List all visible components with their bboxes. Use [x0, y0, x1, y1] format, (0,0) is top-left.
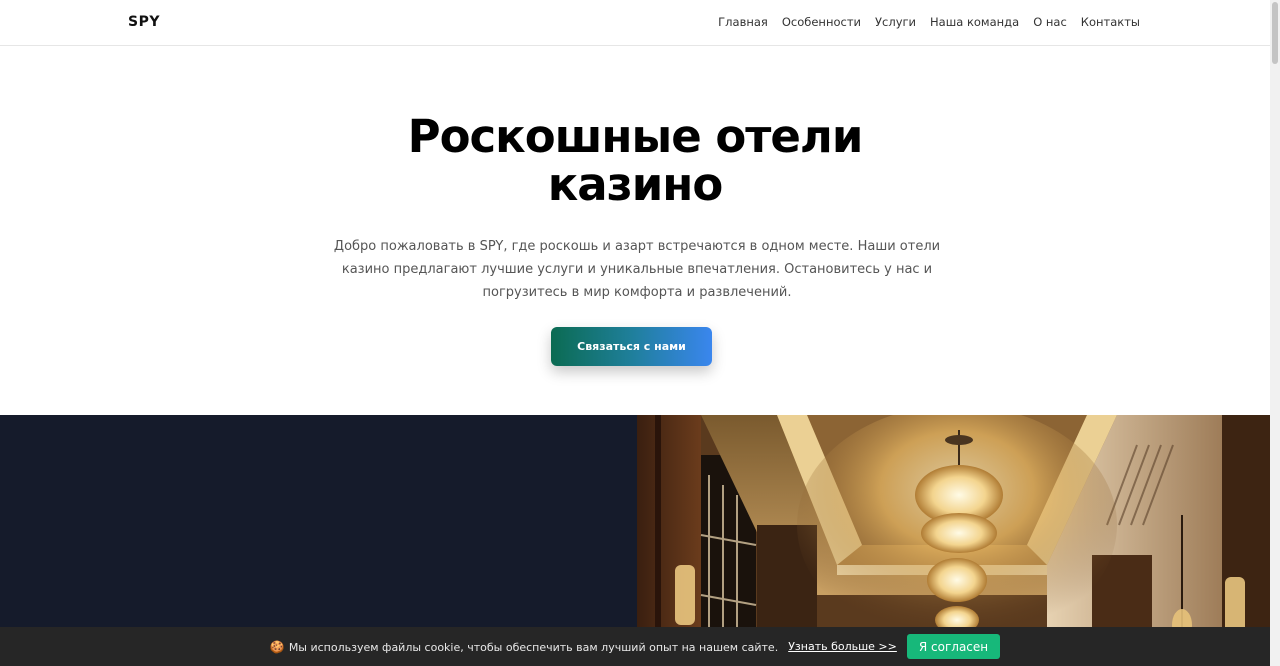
nav-link-features[interactable]: Особенности	[782, 15, 861, 29]
navbar: SPY Главная Особенности Услуги Наша кома…	[0, 0, 1280, 46]
page-scrollbar[interactable]	[1270, 0, 1280, 666]
hero-title-line2: казино	[547, 158, 724, 211]
hero-section: Роскошные отели казино Добро пожаловать …	[0, 47, 1270, 415]
hero-title: Роскошные отели казино	[0, 113, 1270, 209]
nav-link-team[interactable]: Наша команда	[930, 15, 1019, 29]
cookie-accept-button[interactable]: Я согласен	[906, 634, 1001, 659]
cookie-learn-more-link[interactable]: Узнать больше >>	[788, 640, 897, 653]
scrollbar-thumb[interactable]	[1272, 2, 1278, 64]
nav-link-contacts[interactable]: Контакты	[1081, 15, 1140, 29]
hero-title-line1: Роскошные отели	[407, 110, 864, 163]
nav-menu: Главная Особенности Услуги Наша команда …	[718, 15, 1140, 29]
hero-description: Добро пожаловать в SPY, где роскошь и аз…	[333, 239, 941, 300]
brand-logo[interactable]: SPY	[128, 14, 160, 30]
nav-link-about[interactable]: О нас	[1033, 15, 1067, 29]
nav-link-services[interactable]: Услуги	[875, 15, 916, 29]
cookie-text-wrapper: 🍪 Мы используем файлы cookie, чтобы обесп…	[270, 640, 778, 654]
contact-us-button[interactable]: Связаться с нами	[551, 327, 712, 366]
nav-link-home[interactable]: Главная	[718, 15, 768, 29]
cookie-banner: 🍪 Мы используем файлы cookie, чтобы обесп…	[0, 627, 1270, 666]
cookie-icon: 🍪	[269, 639, 285, 654]
cookie-message: Мы используем файлы cookie, чтобы обеспе…	[288, 640, 779, 654]
